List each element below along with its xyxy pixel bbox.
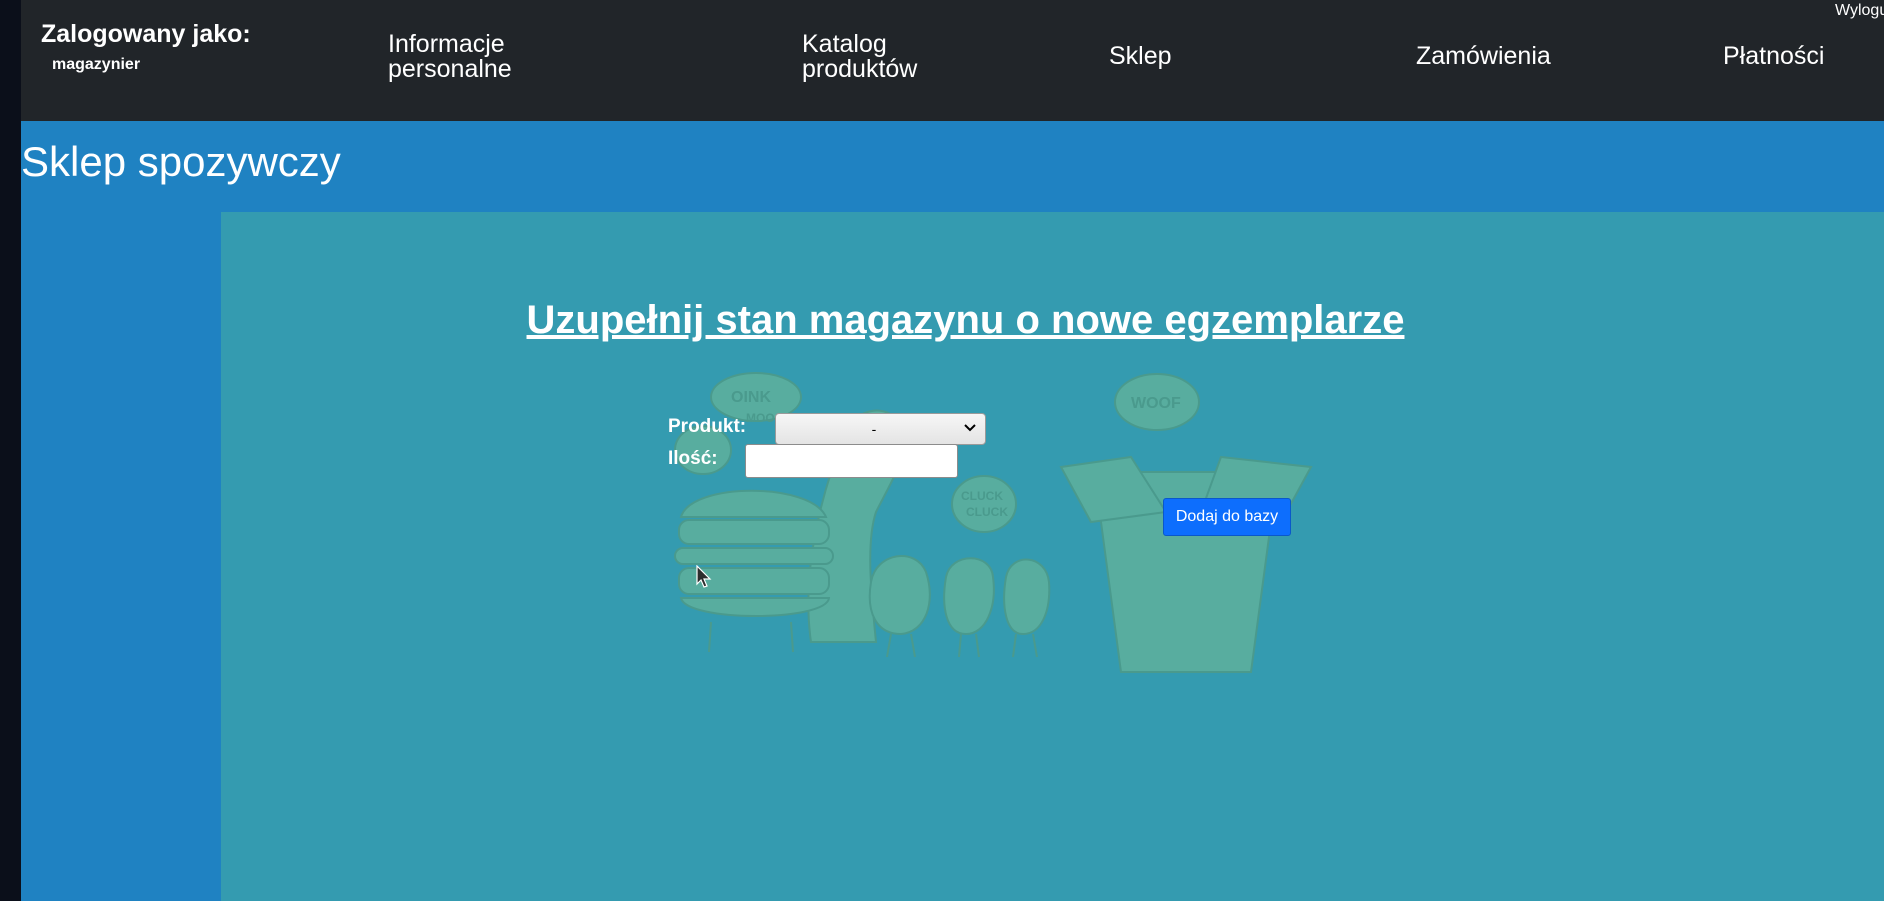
nav-payments[interactable]: Płatności: [1723, 44, 1824, 69]
site-title: Sklep spozywczy: [21, 138, 341, 185]
takeout-flap-left: [1059, 455, 1168, 524]
quantity-label: Ilość:: [668, 448, 718, 469]
logout-link[interactable]: Wylogu: [1835, 2, 1884, 20]
product-select-value: -: [871, 421, 877, 437]
nav-shop[interactable]: Sklep: [1109, 44, 1172, 69]
chevron-down-icon: [964, 424, 976, 432]
nav-personal-info[interactable]: Informacje personalne: [388, 32, 538, 82]
cluck-bubble: [951, 475, 1017, 533]
nav-product-catalog[interactable]: Katalog produktów: [802, 32, 952, 82]
app-root: Zalogowany jako: magazynier Informacje p…: [21, 0, 1884, 901]
quantity-input[interactable]: [745, 444, 958, 478]
content-panel: OINK MOO WOOF CLUCK CLUCK Uzupełnij stan…: [221, 212, 1884, 901]
cluck-text-2: CLUCK: [966, 505, 1008, 519]
product-label: Produkt:: [668, 416, 747, 437]
food-illustration: OINK MOO WOOF CLUCK CLUCK: [674, 372, 1313, 673]
oink-text: OINK: [731, 389, 771, 406]
cluck-text-1: CLUCK: [961, 489, 1003, 503]
nugget-3: [1003, 558, 1051, 636]
top-navbar: Zalogowany jako: magazynier Informacje p…: [21, 0, 1884, 121]
burger-bun-top: [679, 489, 828, 518]
add-to-database-button[interactable]: Dodaj do bazy: [1163, 498, 1291, 536]
nugget-1: [868, 555, 931, 636]
product-select[interactable]: -: [775, 413, 986, 445]
username: magazynier: [52, 56, 141, 73]
burger-patty: [678, 519, 830, 545]
moo-text: MOO: [746, 411, 775, 425]
burger-bun-bottom: [679, 597, 831, 617]
burger-layer: [674, 547, 834, 565]
logged-in-label: Zalogowany jako:: [41, 20, 251, 48]
nav-orders[interactable]: Zamówienia: [1416, 44, 1551, 69]
mouse-cursor-icon: [696, 565, 712, 588]
woof-text: WOOF: [1131, 395, 1181, 412]
nugget-2: [943, 557, 995, 636]
form-heading: Uzupełnij stan magazynu o nowe egzemplar…: [526, 298, 1405, 342]
